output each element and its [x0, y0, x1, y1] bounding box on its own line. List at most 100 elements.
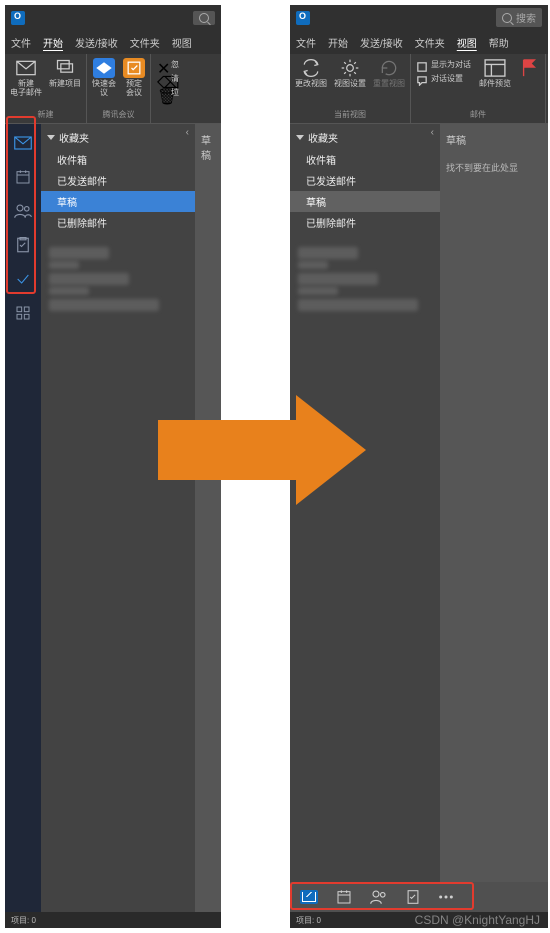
- folder-sent[interactable]: 已发送邮件: [290, 170, 440, 191]
- favorites-label: 收藏夹: [59, 130, 89, 145]
- vertical-nav-bar: [5, 124, 41, 912]
- tab-send-receive[interactable]: 发送/接收: [354, 31, 409, 54]
- x-icon: ✕: [157, 59, 168, 70]
- show-as-conversation[interactable]: 显示为对话: [414, 58, 474, 71]
- mail-preview-button[interactable]: 邮件预览: [477, 56, 513, 91]
- folder-pane: ‹ 收藏夹 收件箱 已发送邮件 草稿 已删除邮件: [41, 124, 195, 912]
- folder-inbox[interactable]: 收件箱: [290, 149, 440, 170]
- account-3[interactable]: [45, 299, 191, 317]
- account-2[interactable]: [45, 273, 191, 291]
- ribbon-group-currentview: 更改视图 视图设置 重置视图 当前视图: [290, 54, 411, 123]
- title-bar: [5, 5, 221, 30]
- folder-deleted[interactable]: 已删除邮件: [290, 212, 440, 233]
- search-placeholder: 搜索: [516, 10, 536, 25]
- group-label-tencent: 腾讯会议: [103, 109, 135, 121]
- overflow-1[interactable]: ✕忽: [154, 58, 182, 71]
- change-view-button[interactable]: 更改视图: [293, 56, 329, 91]
- favorites-header[interactable]: 收藏夹: [290, 124, 440, 149]
- group-label-messages: 邮件: [470, 109, 486, 121]
- nav-tasks[interactable]: [406, 888, 420, 906]
- tab-folder[interactable]: 文件夹: [409, 31, 451, 54]
- ribbon-group-new: 新建 电子邮件 新建项目 新建: [5, 54, 87, 123]
- overflow-2[interactable]: ⌫清: [154, 72, 182, 85]
- schedule-meeting-icon: [123, 58, 145, 78]
- tab-view[interactable]: 视图: [451, 31, 483, 54]
- account-2[interactable]: [294, 273, 436, 291]
- schedule-meeting-button[interactable]: 预定 会议: [121, 56, 147, 100]
- reset-view-label: 重置视图: [373, 80, 405, 89]
- folder-deleted[interactable]: 已删除邮件: [41, 212, 195, 233]
- nav-todo[interactable]: [14, 270, 32, 288]
- nav-calendar[interactable]: [14, 168, 32, 186]
- tab-file[interactable]: 文件: [290, 31, 322, 54]
- status-bar: 项目: 0: [5, 912, 221, 928]
- mail-icon: [300, 890, 318, 904]
- transition-arrow: [158, 395, 368, 505]
- nav-mail[interactable]: [14, 134, 32, 152]
- flag-button[interactable]: [516, 56, 542, 80]
- tab-send-receive[interactable]: 发送/接收: [69, 31, 124, 54]
- people-icon: [370, 889, 388, 905]
- new-email-label: 新建 电子邮件: [10, 80, 42, 98]
- new-email-button[interactable]: 新建 电子邮件: [8, 56, 44, 100]
- nav-tasks[interactable]: [14, 236, 32, 254]
- grid-icon: [15, 305, 31, 321]
- folder-sent[interactable]: 已发送邮件: [41, 170, 195, 191]
- reset-view-button: 重置视图: [371, 56, 407, 91]
- tab-help[interactable]: 帮助: [483, 31, 515, 54]
- message-pane: 草稿: [195, 124, 221, 912]
- new-items-label: 新建项目: [49, 80, 81, 89]
- show-conversation-label: 显示为对话: [431, 59, 471, 70]
- app-icon: [296, 11, 310, 25]
- tab-file[interactable]: 文件: [5, 31, 37, 54]
- change-view-icon: [300, 58, 322, 78]
- message-header: 草稿: [201, 132, 215, 162]
- favorites-header[interactable]: 收藏夹: [41, 124, 195, 149]
- conversation-settings[interactable]: 对话设置: [414, 72, 474, 85]
- ribbon-group-tencent: 快速会 议 预定 会议 腾讯会议: [87, 54, 151, 123]
- overflow-3[interactable]: 🗑垃: [154, 86, 182, 99]
- collapse-button[interactable]: ‹: [186, 127, 189, 138]
- tab-home[interactable]: 开始: [37, 31, 69, 54]
- flag-icon: [521, 59, 537, 77]
- trash-icon: 🗑: [157, 87, 168, 98]
- checkbox-icon: [417, 59, 428, 70]
- mail-preview-label: 邮件预览: [479, 80, 511, 89]
- nav-mail[interactable]: [300, 890, 318, 904]
- nav-people[interactable]: [370, 889, 388, 905]
- account-3[interactable]: [294, 299, 436, 317]
- gear-icon: [340, 58, 360, 78]
- quick-meeting-icon: [93, 58, 115, 78]
- ribbon-tabs: 文件 开始 发送/接收 文件夹 视图: [5, 30, 221, 54]
- search-box[interactable]: [193, 11, 215, 25]
- group-label-new: 新建: [38, 109, 54, 121]
- tab-home[interactable]: 开始: [322, 31, 354, 54]
- items-icon: [55, 58, 75, 78]
- view-settings-button[interactable]: 视图设置: [332, 56, 368, 91]
- account-1[interactable]: [45, 247, 191, 265]
- tab-folder[interactable]: 文件夹: [124, 31, 166, 54]
- collapse-button[interactable]: ‹: [431, 127, 434, 138]
- calendar-icon: [15, 169, 31, 185]
- search-box[interactable]: 搜索: [496, 8, 542, 27]
- schedule-meeting-label: 预定 会议: [126, 80, 142, 98]
- folder-inbox[interactable]: 收件箱: [41, 149, 195, 170]
- nav-more[interactable]: [438, 894, 454, 900]
- group-label-currentview: 当前视图: [334, 109, 366, 121]
- change-view-label: 更改视图: [295, 80, 327, 89]
- ribbon-overflow: ✕忽 ⌫清 🗑垃: [151, 54, 185, 123]
- mail-icon: [14, 136, 32, 150]
- ribbon: 新建 电子邮件 新建项目 新建 快速会 议 预定 会议 腾讯会: [5, 54, 221, 124]
- status-text: 项目: 0: [11, 915, 36, 926]
- new-items-button[interactable]: 新建项目: [47, 56, 83, 91]
- folder-drafts[interactable]: 草稿: [41, 191, 195, 212]
- view-settings-label: 视图设置: [334, 80, 366, 89]
- tab-view[interactable]: 视图: [166, 31, 198, 54]
- content-area: ‹ 收藏夹 收件箱 已发送邮件 草稿 已删除邮件 草稿: [5, 124, 221, 912]
- nav-people[interactable]: [14, 202, 32, 220]
- folder-drafts[interactable]: 草稿: [290, 191, 440, 212]
- nav-more[interactable]: [14, 304, 32, 322]
- quick-meeting-button[interactable]: 快速会 议: [90, 56, 118, 100]
- account-1[interactable]: [294, 247, 436, 265]
- nav-calendar[interactable]: [336, 889, 352, 905]
